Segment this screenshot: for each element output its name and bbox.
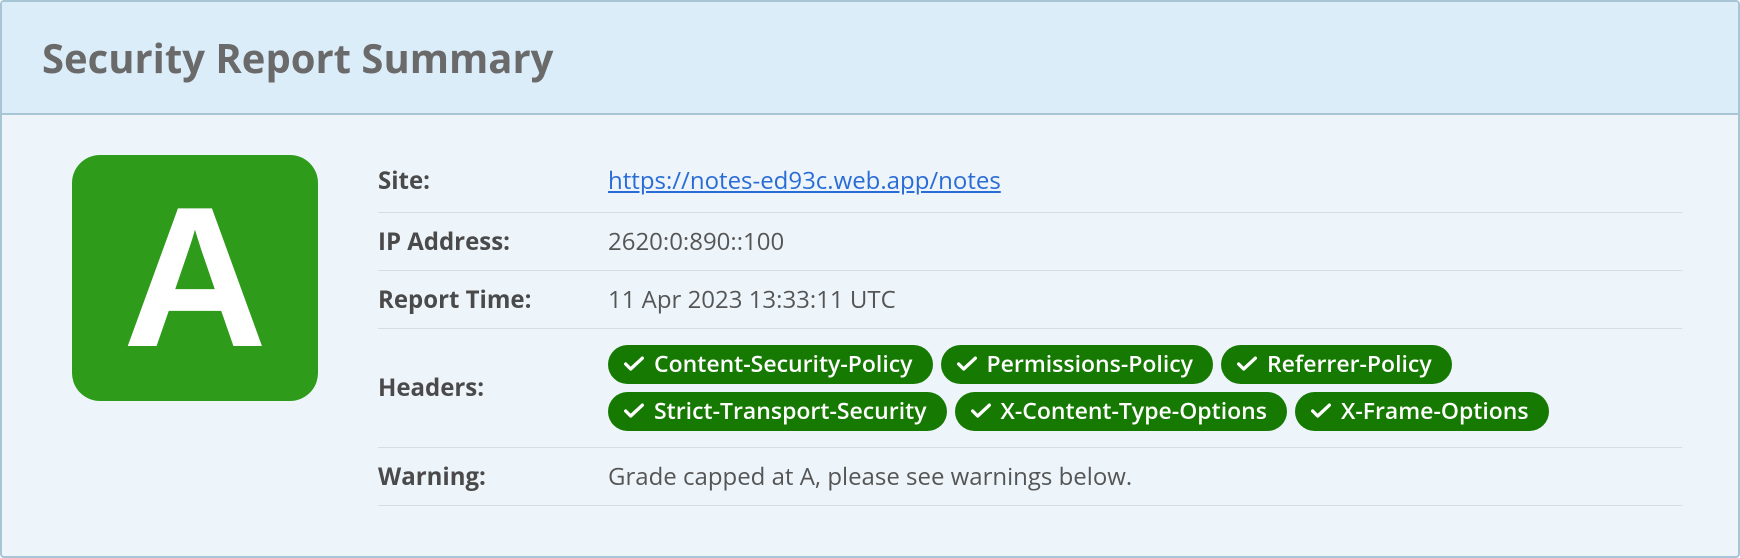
row-value-warning: Grade capped at A, please see warnings b… (608, 460, 1132, 493)
check-icon (971, 401, 991, 421)
header-pill-label: Referrer-Policy (1267, 349, 1432, 379)
row-warning: Warning: Grade capped at A, please see w… (378, 448, 1682, 506)
header-pill-label: Content-Security-Policy (654, 349, 913, 379)
details-table: Site: https://notes-ed93c.web.app/notes … (378, 155, 1682, 506)
row-site: Site: https://notes-ed93c.web.app/notes (378, 161, 1682, 213)
grade-letter: A (123, 178, 267, 378)
header-pill: Strict-Transport-Security (608, 392, 947, 431)
row-label-site: Site: (378, 164, 608, 197)
check-icon (624, 354, 644, 374)
header-pill: Referrer-Policy (1221, 345, 1452, 384)
row-label-warning: Warning: (378, 460, 608, 493)
row-label-ip: IP Address: (378, 225, 608, 258)
panel-body: A Site: https://notes-ed93c.web.app/note… (2, 115, 1738, 556)
row-value-ip: 2620:0:890::100 (608, 225, 784, 258)
row-value-headers: Content-Security-Policy Permissions-Polic… (608, 341, 1682, 435)
header-pill: Content-Security-Policy (608, 345, 933, 384)
row-time: Report Time: 11 Apr 2023 13:33:11 UTC (378, 271, 1682, 329)
panel-header: Security Report Summary (2, 2, 1738, 115)
row-value-site: https://notes-ed93c.web.app/notes (608, 164, 1001, 197)
header-pill-label: X-Content-Type-Options (1001, 396, 1267, 426)
header-pill-label: X-Frame-Options (1341, 396, 1529, 426)
row-label-headers: Headers: (378, 371, 608, 404)
check-icon (624, 401, 644, 421)
header-pill: X-Content-Type-Options (955, 392, 1287, 431)
check-icon (957, 354, 977, 374)
header-pill: X-Frame-Options (1295, 392, 1549, 431)
site-link[interactable]: https://notes-ed93c.web.app/notes (608, 164, 1001, 197)
row-label-time: Report Time: (378, 283, 608, 316)
header-pill-label: Permissions-Policy (987, 349, 1193, 379)
check-icon (1237, 354, 1257, 374)
row-headers: Headers: Content-Security-Policy Permissi… (378, 329, 1682, 448)
header-pills: Content-Security-Policy Permissions-Polic… (608, 341, 1682, 435)
header-pill: Permissions-Policy (941, 345, 1213, 384)
header-pill-label: Strict-Transport-Security (654, 396, 927, 426)
check-icon (1311, 401, 1331, 421)
row-ip: IP Address: 2620:0:890::100 (378, 213, 1682, 271)
panel-title: Security Report Summary (42, 30, 1698, 85)
row-value-time: 11 Apr 2023 13:33:11 UTC (608, 283, 896, 316)
grade-badge: A (72, 155, 318, 401)
security-report-panel: Security Report Summary A Site: https://… (0, 0, 1740, 558)
